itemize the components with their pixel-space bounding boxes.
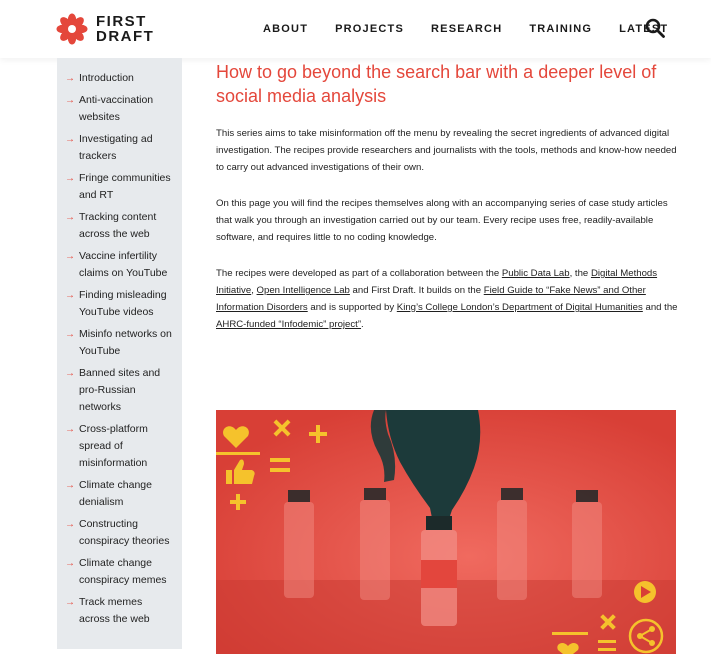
sidebar-item-tracking-content[interactable]: → Tracking content across the web [65,209,174,243]
sidebar-item-banned-sites[interactable]: → Banned sites and pro-Russian networks [65,365,174,416]
arrow-right-icon: → [65,424,75,435]
page-title: How to go beyond the search bar with a d… [216,62,657,106]
sidebar-item-anti-vaccination[interactable]: → Anti-vaccination websites [65,92,174,126]
recipes-paragraph: On this page you will find the recipes t… [216,198,668,243]
arrow-right-icon: → [65,480,75,491]
sidebar-item-ad-trackers[interactable]: → Investigating ad trackers [65,131,174,165]
sidebar-item-label: Finding misleading YouTube videos [79,289,167,318]
sidebar-item-track-memes[interactable]: → Track memes across the web [65,594,174,628]
sidebar-item-label: Climate change conspiracy memes [79,557,167,586]
vaccine-vials-illustration [216,410,676,654]
nav-research[interactable]: RESEARCH [431,23,502,35]
arrow-right-icon: → [65,173,75,184]
intro-paragraph: This series aims to take misinformation … [216,128,677,173]
main-nav: ABOUT PROJECTS RESEARCH TRAINING LATEST [263,23,695,35]
recipes-sidebar: → Introduction → Anti-vaccination websites… [57,58,182,649]
sidebar-item-label: Introduction [79,72,134,84]
arrow-right-icon: → [65,212,75,223]
text-segment: and is supported by [307,302,397,313]
logo-wordmark: FIRST DRAFT [96,14,154,44]
text-segment: and First Draft. It builds on the [349,285,484,296]
sidebar-item-misinfo-networks[interactable]: → Misinfo networks on YouTube [65,326,174,360]
sidebar-item-label: Vaccine infertility claims on YouTube [79,250,168,279]
link-open-intelligence-lab[interactable]: Open Intelligence Lab [257,285,350,296]
arrow-right-icon: → [65,73,75,84]
arrow-right-icon: → [65,368,75,379]
arrow-right-icon: → [65,251,75,262]
sidebar-item-label: Misinfo networks on YouTube [79,328,172,357]
sidebar-item-label: Track memes across the web [79,596,150,625]
text-segment: , the [569,268,591,279]
sidebar-item-misleading-youtube[interactable]: → Finding misleading YouTube videos [65,287,174,321]
arrow-right-icon: → [65,95,75,106]
arrow-right-icon: → [65,597,75,608]
sidebar-item-label: Constructing conspiracy theories [79,518,170,547]
link-ahrc-infodemic[interactable]: AHRC-funded “Infodemic” project” [216,319,361,330]
sidebar-item-cross-platform[interactable]: → Cross-platform spread of misinformation [65,421,174,472]
logo-line-1: FIRST [96,13,147,30]
link-public-data-lab[interactable]: Public Data Lab [502,268,570,279]
arrow-right-icon: → [65,558,75,569]
first-draft-logo[interactable]: FIRST DRAFT [56,13,154,45]
logo-flower-icon [56,13,88,45]
arrow-right-icon: → [65,290,75,301]
arrow-right-icon: → [65,329,75,340]
sidebar-item-label: Tracking content across the web [79,211,157,240]
sidebar-item-label: Anti-vaccination websites [79,94,154,123]
sidebar-item-climate-denialism[interactable]: → Climate change denialism [65,477,174,511]
sidebar-item-vaccine-infertility[interactable]: → Vaccine infertility claims on YouTube [65,248,174,282]
text-segment: . [361,319,364,330]
text-segment: The recipes were developed as part of a … [216,268,502,279]
nav-about[interactable]: ABOUT [263,23,308,35]
link-kings-college[interactable]: King’s College London’s Department of Di… [397,302,643,313]
sidebar-item-conspiracy-theories[interactable]: → Constructing conspiracy theories [65,516,174,550]
sidebar-item-fringe-communities[interactable]: → Fringe communities and RT [65,170,174,204]
collaboration-paragraph: The recipes were developed as part of a … [216,265,678,333]
sidebar-item-label: Investigating ad trackers [79,133,153,162]
sidebar-list: → Introduction → Anti-vaccination websites… [57,58,182,628]
sidebar-item-label: Banned sites and pro-Russian networks [79,367,161,413]
divider-line [216,452,260,455]
site-header: FIRST DRAFT ABOUT PROJECTS RESEARCH TRAI… [0,0,711,58]
sidebar-item-climate-memes[interactable]: → Climate change conspiracy memes [65,555,174,589]
search-icon[interactable] [645,18,665,38]
arrow-right-icon: → [65,134,75,145]
nav-training[interactable]: TRAINING [529,23,592,35]
sidebar-item-label: Climate change denialism [79,479,152,508]
sidebar-item-label: Fringe communities and RT [79,172,171,201]
text-segment: and the [642,302,678,313]
hero-image [216,410,676,654]
sidebar-item-introduction[interactable]: → Introduction [65,70,174,87]
logo-line-2: DRAFT [96,28,155,45]
nav-projects[interactable]: PROJECTS [335,23,404,35]
sidebar-item-label: Cross-platform spread of misinformation [79,423,148,469]
arrow-right-icon: → [65,519,75,530]
